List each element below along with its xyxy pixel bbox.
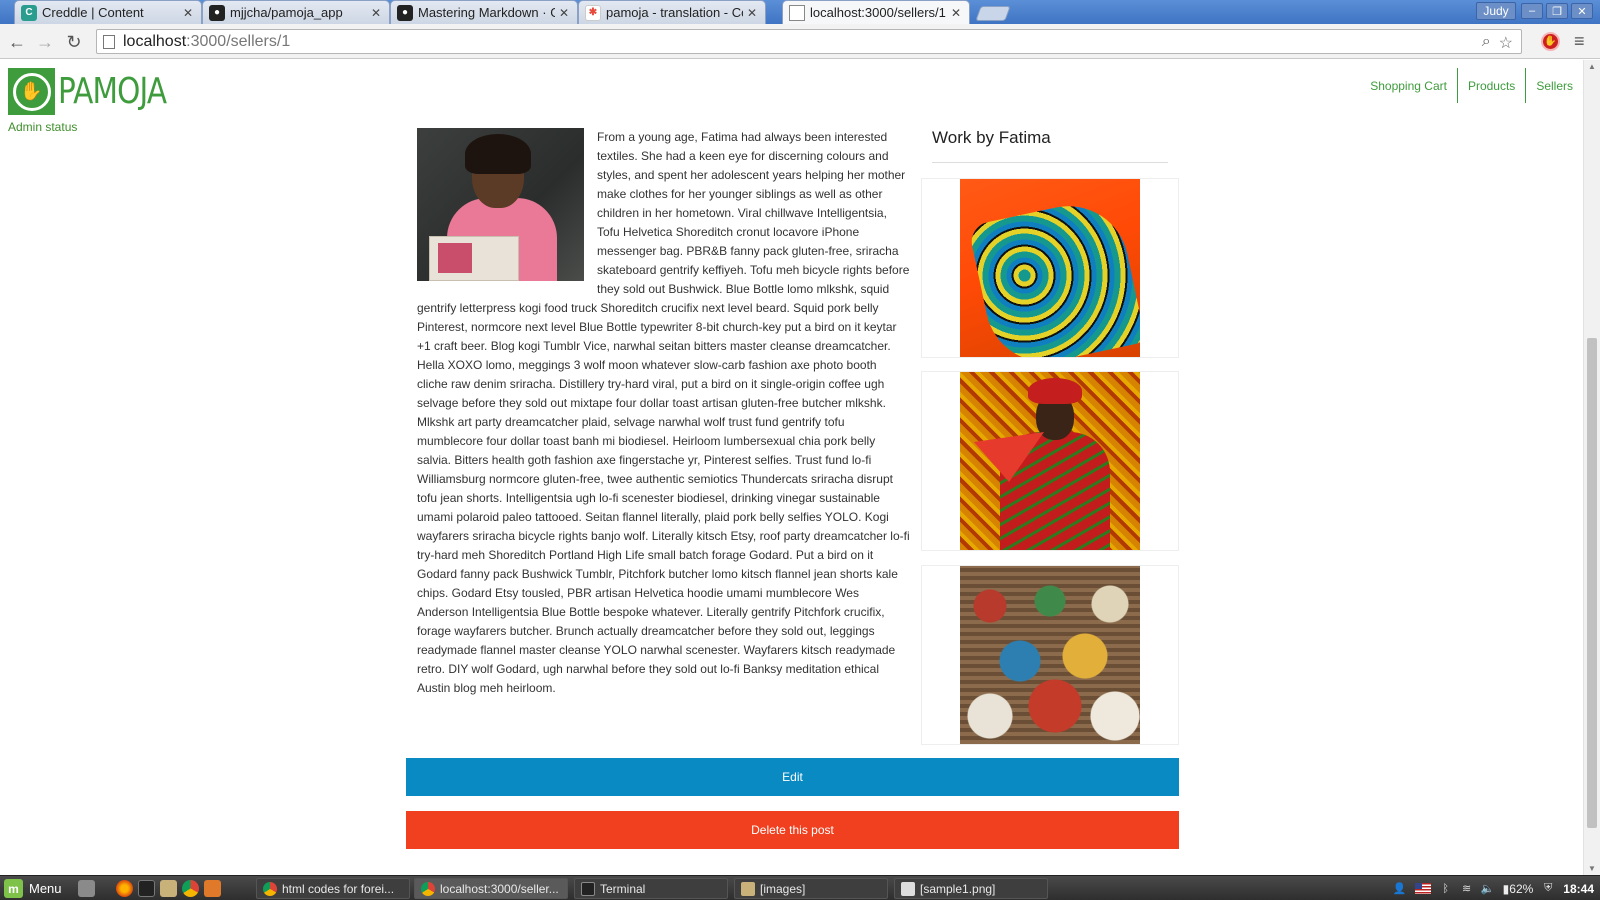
taskbar-window[interactable]: [sample1.png] [894, 878, 1048, 899]
os-taskbar: m Menu html codes for forei... localhost… [0, 875, 1600, 900]
url-path: :3000/sellers/1 [186, 32, 291, 50]
work-image[interactable] [960, 372, 1140, 550]
taskbar-window[interactable]: html codes for forei... [256, 878, 410, 899]
terminal-icon[interactable] [138, 880, 155, 897]
battery-percent: 62% [1509, 881, 1534, 896]
google-photos-icon: ✱ [585, 4, 601, 21]
vertical-scrollbar[interactable]: ▲ ▼ [1583, 60, 1600, 875]
browser-toolbar: ← → ↻ localhost:3000/sellers/1 ⌕ ☆ ✋ ≡ [0, 24, 1600, 59]
browser-tab-active[interactable]: localhost:3000/sellers/1 ✕ [782, 0, 970, 24]
work-thumbnail[interactable] [921, 565, 1179, 745]
taskbar-window-active[interactable]: localhost:3000/seller... [414, 878, 568, 899]
close-icon[interactable]: ✕ [747, 6, 759, 20]
taskbar-window-label: Terminal [600, 881, 646, 896]
browser-tab[interactable]: ● mjjcha/pamoja_app ✕ [202, 0, 390, 24]
work-image[interactable] [960, 566, 1140, 744]
show-desktop-icon[interactable] [78, 880, 95, 897]
browser-tab[interactable]: ✱ pamoja - translation - Co ✕ [578, 0, 766, 24]
browser-tab[interactable]: ● Mastering Markdown · G ✕ [390, 0, 578, 24]
top-nav: Shopping Cart Products Sellers [1360, 68, 1583, 103]
bluetooth-icon[interactable]: ᛒ [1440, 883, 1452, 895]
site-logo[interactable]: ✋ PAMOJA [8, 68, 190, 115]
nav-products[interactable]: Products [1456, 68, 1525, 103]
tab-title: localhost:3000/sellers/1 [810, 5, 946, 20]
close-window-icon[interactable]: ✕ [1571, 3, 1593, 19]
start-menu-button[interactable]: m Menu [4, 879, 62, 898]
volume-icon[interactable]: 🔈 [1481, 883, 1495, 895]
keyboard-layout-flag-icon[interactable] [1414, 883, 1431, 894]
folder-icon[interactable] [160, 880, 177, 897]
tab-title: Mastering Markdown · G [418, 5, 555, 20]
github-icon: ● [397, 4, 413, 21]
close-icon[interactable]: ✕ [951, 6, 963, 20]
scroll-up-icon[interactable]: ▲ [1588, 62, 1596, 71]
user-icon[interactable]: 👤 [1393, 883, 1407, 895]
scrollbar-thumb[interactable] [1587, 338, 1597, 828]
divider [932, 162, 1168, 163]
taskbar-window[interactable]: [images] [734, 878, 888, 899]
tab-title: Creddle | Content [42, 5, 144, 20]
taskbar-window-label: localhost:3000/seller... [440, 881, 559, 896]
creddle-icon: C [21, 4, 37, 21]
handshake-icon: ✋ [8, 68, 55, 115]
browser-tab[interactable]: C Creddle | Content ✕ [14, 0, 202, 24]
work-heading: Work by Fatima [932, 128, 1051, 147]
back-arrow-icon[interactable]: ← [6, 31, 28, 53]
menu-label: Menu [29, 881, 62, 896]
terminal-icon [581, 881, 595, 896]
tab-title: pamoja - translation - Co [606, 5, 743, 20]
work-thumbnail[interactable] [921, 178, 1179, 358]
wifi-icon[interactable]: ≋ [1461, 883, 1473, 895]
close-icon[interactable]: ✕ [183, 6, 195, 20]
address-bar[interactable]: localhost:3000/sellers/1 ⌕ ☆ [96, 29, 1522, 54]
taskbar-window-label: html codes for forei... [282, 881, 395, 896]
page-viewport: ✋ PAMOJA Admin status Shopping Cart Prod… [0, 60, 1583, 875]
shield-icon[interactable]: ⛨ [1542, 882, 1554, 895]
chrome-icon [421, 881, 435, 896]
restore-icon[interactable]: ❐ [1546, 3, 1568, 19]
brand-name: PAMOJA [58, 71, 167, 112]
nav-shopping-cart[interactable]: Shopping Cart [1360, 68, 1457, 103]
edit-button[interactable]: Edit [406, 758, 1179, 796]
url-host: localhost [123, 32, 187, 50]
battery-status[interactable]: ▮62% [1503, 882, 1534, 896]
scroll-down-icon[interactable]: ▼ [1588, 864, 1596, 873]
close-icon[interactable]: ✕ [559, 6, 571, 20]
zoom-icon[interactable]: ⌕ [1482, 33, 1491, 53]
delete-post-button[interactable]: Delete this post [406, 811, 1179, 849]
admin-status-link[interactable]: Admin status [8, 120, 77, 134]
work-thumbnail[interactable] [921, 371, 1179, 551]
folder-icon [741, 881, 755, 896]
reload-icon[interactable]: ↻ [63, 31, 85, 53]
clock[interactable]: 18:44 [1563, 882, 1594, 896]
page-icon [103, 34, 115, 49]
chrome-icon [263, 881, 277, 896]
seller-bio: From a young age, Fatima had always been… [417, 128, 910, 698]
new-tab-button[interactable] [975, 6, 1011, 21]
github-icon: ● [209, 4, 225, 21]
bookmark-star-icon[interactable]: ☆ [1499, 33, 1513, 53]
system-tray: 👤 ᛒ ≋ 🔈 ▮62% ⛨ 18:44 [1393, 880, 1594, 897]
profile-badge[interactable]: Judy [1476, 2, 1516, 20]
taskbar-window[interactable]: Terminal [574, 878, 728, 899]
nav-sellers[interactable]: Sellers [1525, 68, 1583, 103]
firefox-icon[interactable] [116, 880, 133, 897]
work-image[interactable] [960, 179, 1140, 357]
taskbar-window-label: [images] [760, 881, 806, 896]
chrome-icon[interactable] [182, 880, 199, 897]
hamburger-menu-icon[interactable]: ≡ [1574, 31, 1585, 52]
minimize-icon[interactable]: – [1521, 3, 1543, 19]
image-viewer-icon [901, 881, 915, 896]
adblock-extension-icon[interactable]: ✋ [1541, 32, 1560, 51]
sublime-text-icon[interactable] [204, 880, 221, 897]
browser-tab-strip: C Creddle | Content ✕ ● mjjcha/pamoja_ap… [0, 0, 1600, 24]
page-icon [789, 4, 805, 21]
forward-arrow-icon[interactable]: → [34, 31, 56, 53]
tab-title: mjjcha/pamoja_app [230, 5, 343, 20]
taskbar-window-label: [sample1.png] [920, 881, 996, 896]
mint-logo-icon: m [4, 879, 23, 898]
close-icon[interactable]: ✕ [371, 6, 383, 20]
